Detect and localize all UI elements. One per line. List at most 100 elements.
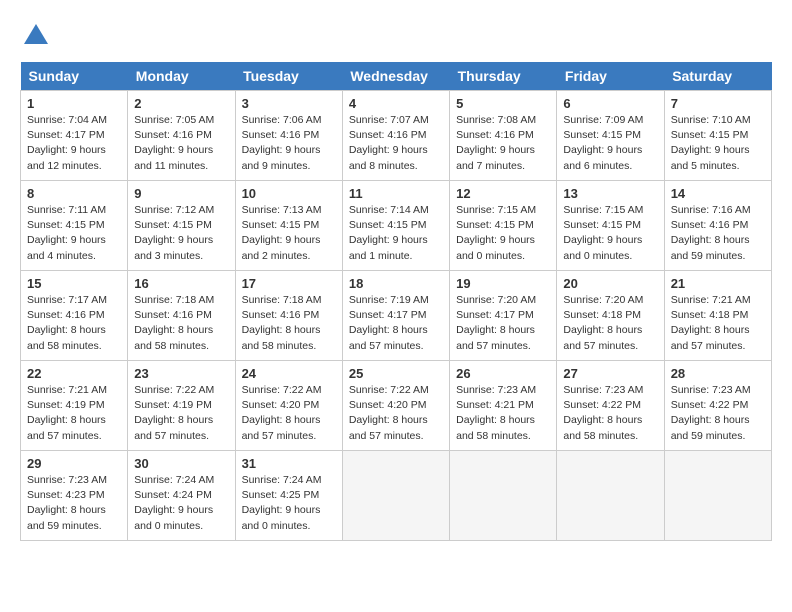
day-number: 6 xyxy=(563,96,657,111)
calendar-cell: 31Sunrise: 7:24 AMSunset: 4:25 PMDayligh… xyxy=(235,451,342,541)
calendar-cell: 22 Sunrise: 7:21 AMSunset: 4:19 PMDayligh… xyxy=(21,361,128,451)
day-info: Sunrise: 7:10 AMSunset: 4:15 PMDaylight:… xyxy=(671,113,765,174)
calendar-cell: 7 Sunrise: 7:10 AMSunset: 4:15 PMDaylight… xyxy=(664,91,771,181)
calendar-cell: 18 Sunrise: 7:19 AMSunset: 4:17 PMDayligh… xyxy=(342,271,449,361)
day-number: 19 xyxy=(456,276,550,291)
day-info: Sunrise: 7:23 AMSunset: 4:21 PMDaylight:… xyxy=(456,383,550,444)
day-of-week-header: Thursday xyxy=(450,62,557,91)
day-number: 25 xyxy=(349,366,443,381)
calendar-cell: 25 Sunrise: 7:22 AMSunset: 4:20 PMDayligh… xyxy=(342,361,449,451)
logo xyxy=(20,20,56,52)
calendar-week-row: 1 Sunrise: 7:04 AMSunset: 4:17 PMDaylight… xyxy=(21,91,772,181)
day-number: 14 xyxy=(671,186,765,201)
day-number: 1 xyxy=(27,96,121,111)
calendar-cell: 4 Sunrise: 7:07 AMSunset: 4:16 PMDaylight… xyxy=(342,91,449,181)
day-number: 15 xyxy=(27,276,121,291)
day-number: 5 xyxy=(456,96,550,111)
day-number: 12 xyxy=(456,186,550,201)
day-number: 9 xyxy=(134,186,228,201)
day-info: Sunrise: 7:22 AMSunset: 4:19 PMDaylight:… xyxy=(134,383,228,444)
day-number: 17 xyxy=(242,276,336,291)
calendar-cell: 12Sunrise: 7:15 AMSunset: 4:15 PMDayligh… xyxy=(450,181,557,271)
header xyxy=(20,20,772,52)
calendar-week-row: 15 Sunrise: 7:17 AMSunset: 4:16 PMDayligh… xyxy=(21,271,772,361)
day-number: 2 xyxy=(134,96,228,111)
calendar-cell: 23 Sunrise: 7:22 AMSunset: 4:19 PMDayligh… xyxy=(128,361,235,451)
day-number: 30 xyxy=(134,456,228,471)
day-number: 16 xyxy=(134,276,228,291)
day-number: 3 xyxy=(242,96,336,111)
day-number: 8 xyxy=(27,186,121,201)
day-number: 27 xyxy=(563,366,657,381)
day-info: Sunrise: 7:17 AMSunset: 4:16 PMDaylight:… xyxy=(27,293,121,354)
day-info: Sunrise: 7:04 AMSunset: 4:17 PMDaylight:… xyxy=(27,113,121,174)
day-info: Sunrise: 7:23 AMSunset: 4:22 PMDaylight:… xyxy=(563,383,657,444)
calendar-body: 1 Sunrise: 7:04 AMSunset: 4:17 PMDaylight… xyxy=(21,91,772,541)
day-info: Sunrise: 7:14 AMSunset: 4:15 PMDaylight:… xyxy=(349,203,443,264)
day-info: Sunrise: 7:23 AMSunset: 4:23 PMDaylight:… xyxy=(27,473,121,534)
calendar-cell: 6 Sunrise: 7:09 AMSunset: 4:15 PMDaylight… xyxy=(557,91,664,181)
day-info: Sunrise: 7:20 AMSunset: 4:17 PMDaylight:… xyxy=(456,293,550,354)
day-number: 21 xyxy=(671,276,765,291)
calendar-week-row: 8 Sunrise: 7:11 AMSunset: 4:15 PMDaylight… xyxy=(21,181,772,271)
day-number: 20 xyxy=(563,276,657,291)
day-number: 26 xyxy=(456,366,550,381)
day-info: Sunrise: 7:24 AMSunset: 4:24 PMDaylight:… xyxy=(134,473,228,534)
calendar-cell: 17Sunrise: 7:18 AMSunset: 4:16 PMDayligh… xyxy=(235,271,342,361)
day-info: Sunrise: 7:08 AMSunset: 4:16 PMDaylight:… xyxy=(456,113,550,174)
calendar-cell: 3Sunrise: 7:06 AMSunset: 4:16 PMDaylight… xyxy=(235,91,342,181)
calendar-cell: 24Sunrise: 7:22 AMSunset: 4:20 PMDayligh… xyxy=(235,361,342,451)
day-info: Sunrise: 7:23 AMSunset: 4:22 PMDaylight:… xyxy=(671,383,765,444)
empty-cell xyxy=(450,451,557,541)
day-number: 22 xyxy=(27,366,121,381)
calendar-cell: 13 Sunrise: 7:15 AMSunset: 4:15 PMDayligh… xyxy=(557,181,664,271)
day-info: Sunrise: 7:19 AMSunset: 4:17 PMDaylight:… xyxy=(349,293,443,354)
calendar-cell: 2 Sunrise: 7:05 AMSunset: 4:16 PMDaylight… xyxy=(128,91,235,181)
day-of-week-header: Tuesday xyxy=(235,62,342,91)
day-info: Sunrise: 7:21 AMSunset: 4:18 PMDaylight:… xyxy=(671,293,765,354)
calendar-cell: 5 Sunrise: 7:08 AMSunset: 4:16 PMDaylight… xyxy=(450,91,557,181)
day-info: Sunrise: 7:05 AMSunset: 4:16 PMDaylight:… xyxy=(134,113,228,174)
day-info: Sunrise: 7:11 AMSunset: 4:15 PMDaylight:… xyxy=(27,203,121,264)
calendar-cell: 20Sunrise: 7:20 AMSunset: 4:18 PMDayligh… xyxy=(557,271,664,361)
empty-cell xyxy=(664,451,771,541)
day-number: 10 xyxy=(242,186,336,201)
empty-cell xyxy=(342,451,449,541)
calendar-cell: 19 Sunrise: 7:20 AMSunset: 4:17 PMDayligh… xyxy=(450,271,557,361)
day-number: 13 xyxy=(563,186,657,201)
calendar-cell: 26 Sunrise: 7:23 AMSunset: 4:21 PMDayligh… xyxy=(450,361,557,451)
calendar-week-row: 22 Sunrise: 7:21 AMSunset: 4:19 PMDayligh… xyxy=(21,361,772,451)
logo-icon xyxy=(20,20,52,52)
day-info: Sunrise: 7:18 AMSunset: 4:16 PMDaylight:… xyxy=(134,293,228,354)
calendar-cell: 9 Sunrise: 7:12 AMSunset: 4:15 PMDaylight… xyxy=(128,181,235,271)
day-of-week-header: Monday xyxy=(128,62,235,91)
calendar-week-row: 29 Sunrise: 7:23 AMSunset: 4:23 PMDayligh… xyxy=(21,451,772,541)
calendar-cell: 30 Sunrise: 7:24 AMSunset: 4:24 PMDayligh… xyxy=(128,451,235,541)
calendar-cell: 16 Sunrise: 7:18 AMSunset: 4:16 PMDayligh… xyxy=(128,271,235,361)
day-info: Sunrise: 7:24 AMSunset: 4:25 PMDaylight:… xyxy=(242,473,336,534)
day-info: Sunrise: 7:21 AMSunset: 4:19 PMDaylight:… xyxy=(27,383,121,444)
day-number: 4 xyxy=(349,96,443,111)
calendar-header-row: SundayMondayTuesdayWednesdayThursdayFrid… xyxy=(21,62,772,91)
calendar-cell: 27 Sunrise: 7:23 AMSunset: 4:22 PMDayligh… xyxy=(557,361,664,451)
calendar-cell: 8 Sunrise: 7:11 AMSunset: 4:15 PMDaylight… xyxy=(21,181,128,271)
empty-cell xyxy=(557,451,664,541)
day-number: 24 xyxy=(242,366,336,381)
calendar-cell: 10Sunrise: 7:13 AMSunset: 4:15 PMDayligh… xyxy=(235,181,342,271)
day-of-week-header: Sunday xyxy=(21,62,128,91)
day-number: 18 xyxy=(349,276,443,291)
day-number: 7 xyxy=(671,96,765,111)
day-number: 11 xyxy=(349,186,443,201)
calendar-cell: 1 Sunrise: 7:04 AMSunset: 4:17 PMDaylight… xyxy=(21,91,128,181)
day-number: 23 xyxy=(134,366,228,381)
day-info: Sunrise: 7:22 AMSunset: 4:20 PMDaylight:… xyxy=(349,383,443,444)
day-info: Sunrise: 7:09 AMSunset: 4:15 PMDaylight:… xyxy=(563,113,657,174)
calendar-cell: 15 Sunrise: 7:17 AMSunset: 4:16 PMDayligh… xyxy=(21,271,128,361)
calendar-table: SundayMondayTuesdayWednesdayThursdayFrid… xyxy=(20,62,772,541)
day-of-week-header: Friday xyxy=(557,62,664,91)
day-number: 29 xyxy=(27,456,121,471)
day-info: Sunrise: 7:15 AMSunset: 4:15 PMDaylight:… xyxy=(563,203,657,264)
day-info: Sunrise: 7:12 AMSunset: 4:15 PMDaylight:… xyxy=(134,203,228,264)
day-info: Sunrise: 7:07 AMSunset: 4:16 PMDaylight:… xyxy=(349,113,443,174)
calendar-cell: 28Sunrise: 7:23 AMSunset: 4:22 PMDayligh… xyxy=(664,361,771,451)
